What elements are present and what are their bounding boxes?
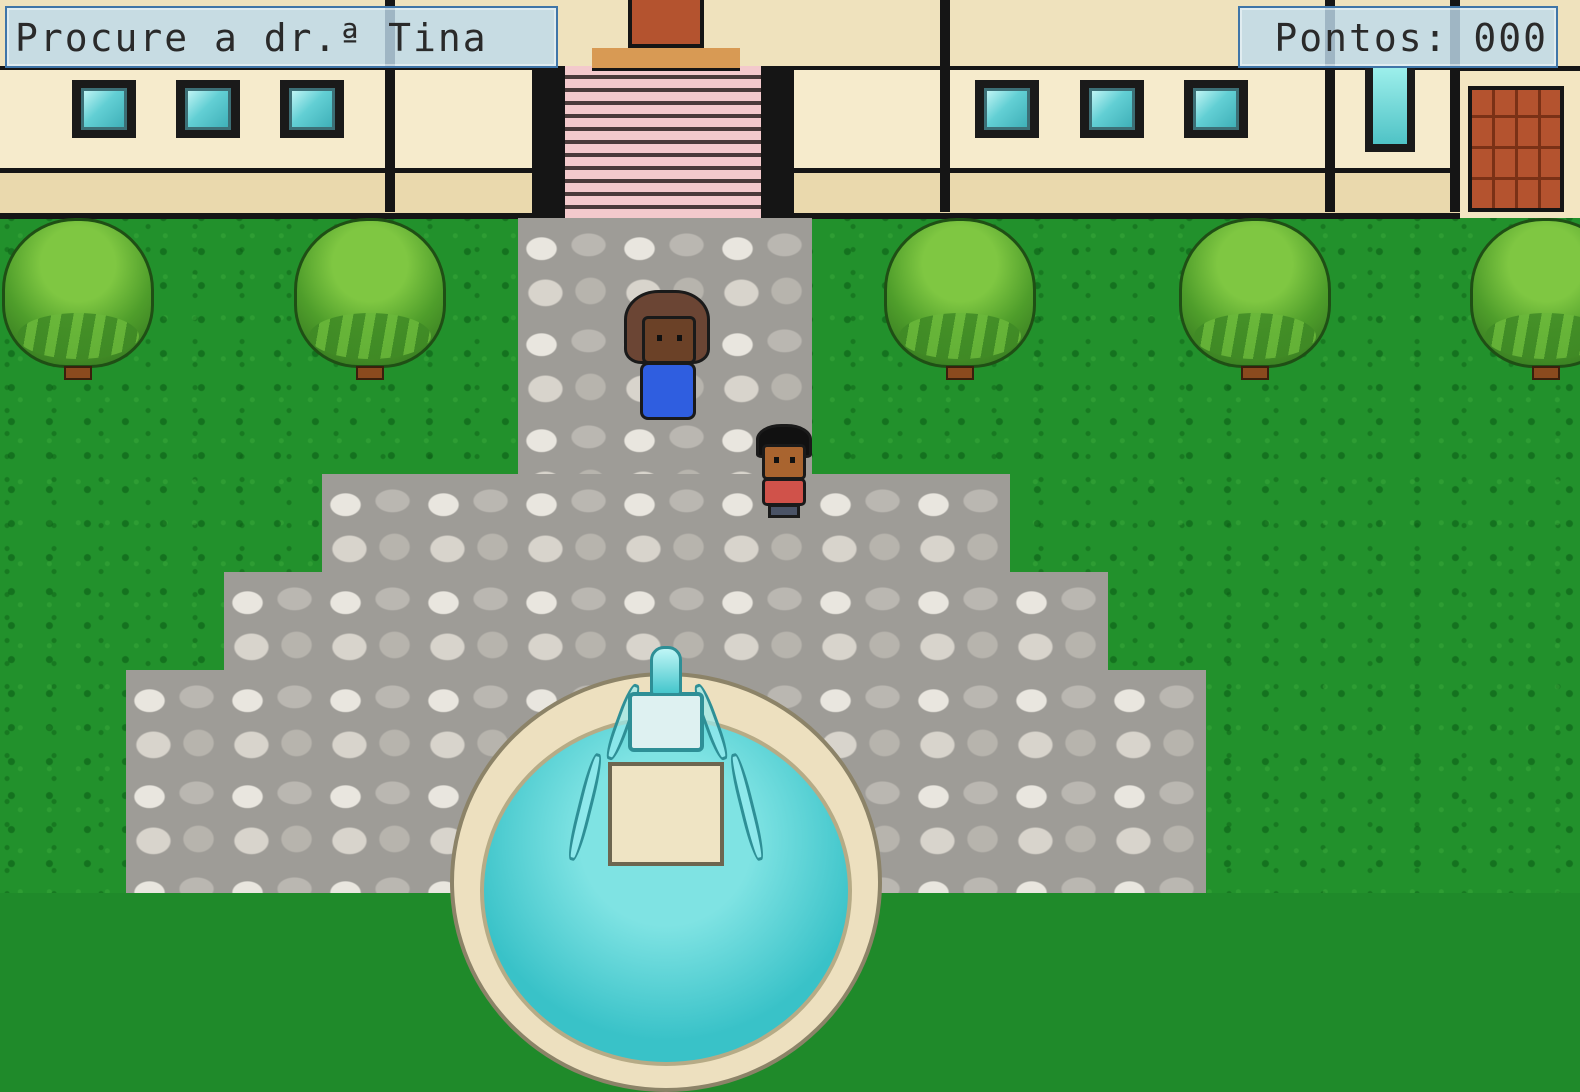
- fountain-upper-bowl: [628, 692, 704, 752]
- player-face: [762, 444, 806, 480]
- score-box: Pontos: 000: [1238, 6, 1558, 68]
- building-window: [176, 80, 240, 138]
- main-entrance-door[interactable]: [628, 0, 704, 48]
- building-window: [1080, 80, 1144, 138]
- building-window: [1184, 80, 1248, 138]
- score-label: Pontos:: [1274, 16, 1449, 60]
- cobblestone-path: [322, 474, 1010, 574]
- fountain[interactable]: [450, 646, 882, 1092]
- building-window: [975, 80, 1039, 138]
- building-pillar: [940, 0, 950, 212]
- npc-woman[interactable]: [620, 290, 712, 426]
- objective-text: Procure a dr.ª Tina: [15, 16, 488, 60]
- player-character[interactable]: [754, 424, 814, 518]
- fountain-pedestal: [608, 762, 724, 866]
- npc-dress: [640, 362, 696, 420]
- fountain-spout: [650, 646, 682, 696]
- npc-eye: [657, 335, 662, 341]
- npc-face: [642, 316, 696, 364]
- tree: [880, 218, 1040, 383]
- player-eye: [790, 457, 795, 463]
- player-shirt: [762, 478, 806, 506]
- player-pants: [768, 504, 800, 518]
- building-side-door[interactable]: [1468, 86, 1564, 212]
- building-window: [72, 80, 136, 138]
- building-tall-window: [1365, 66, 1415, 152]
- score-value: 000: [1473, 16, 1548, 60]
- tree: [290, 218, 450, 383]
- objective-box: Procure a dr.ª Tina: [5, 6, 558, 68]
- tree: [1175, 218, 1335, 383]
- building-window: [280, 80, 344, 138]
- stairs-landing: [592, 48, 740, 71]
- tree: [0, 218, 158, 383]
- tree: [1420, 218, 1580, 383]
- npc-eye: [677, 335, 682, 341]
- player-eye: [774, 457, 779, 463]
